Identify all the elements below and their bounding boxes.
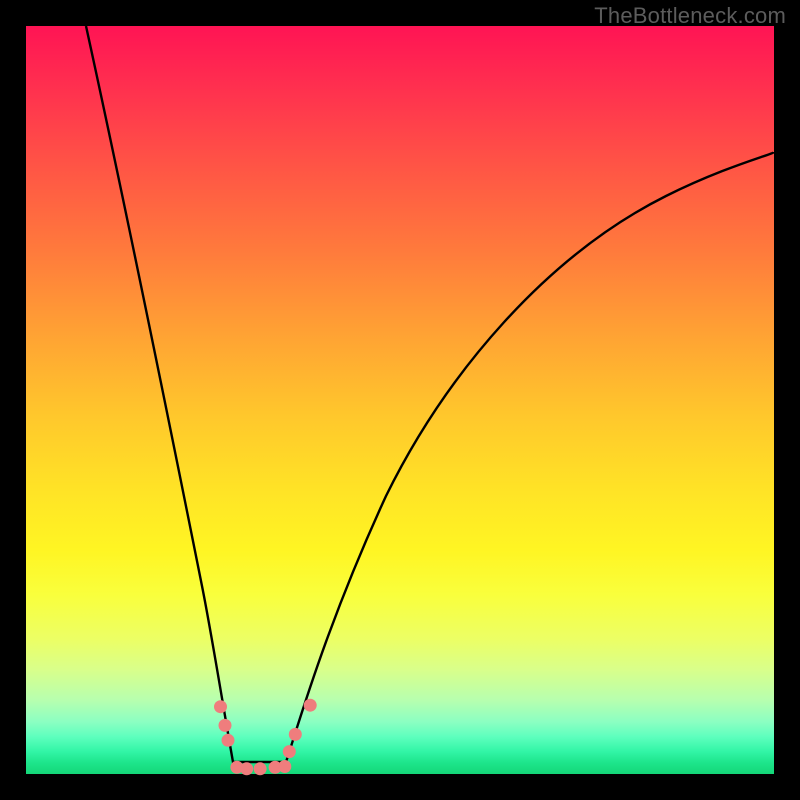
watermark-text: TheBottleneck.com <box>594 3 786 29</box>
marker-dot <box>289 728 302 741</box>
bottleneck-curve <box>86 26 774 762</box>
plot-area <box>26 26 774 774</box>
marker-dot <box>222 734 235 747</box>
marker-dot <box>278 760 291 773</box>
curve-layer <box>26 26 774 774</box>
marker-dot <box>214 700 227 713</box>
marker-dot <box>283 745 296 758</box>
chart-frame: TheBottleneck.com <box>0 0 800 800</box>
marker-dot <box>219 719 232 732</box>
marker-group <box>214 699 317 776</box>
marker-dot <box>254 762 267 775</box>
marker-dot <box>304 699 317 712</box>
marker-dot <box>240 762 253 775</box>
